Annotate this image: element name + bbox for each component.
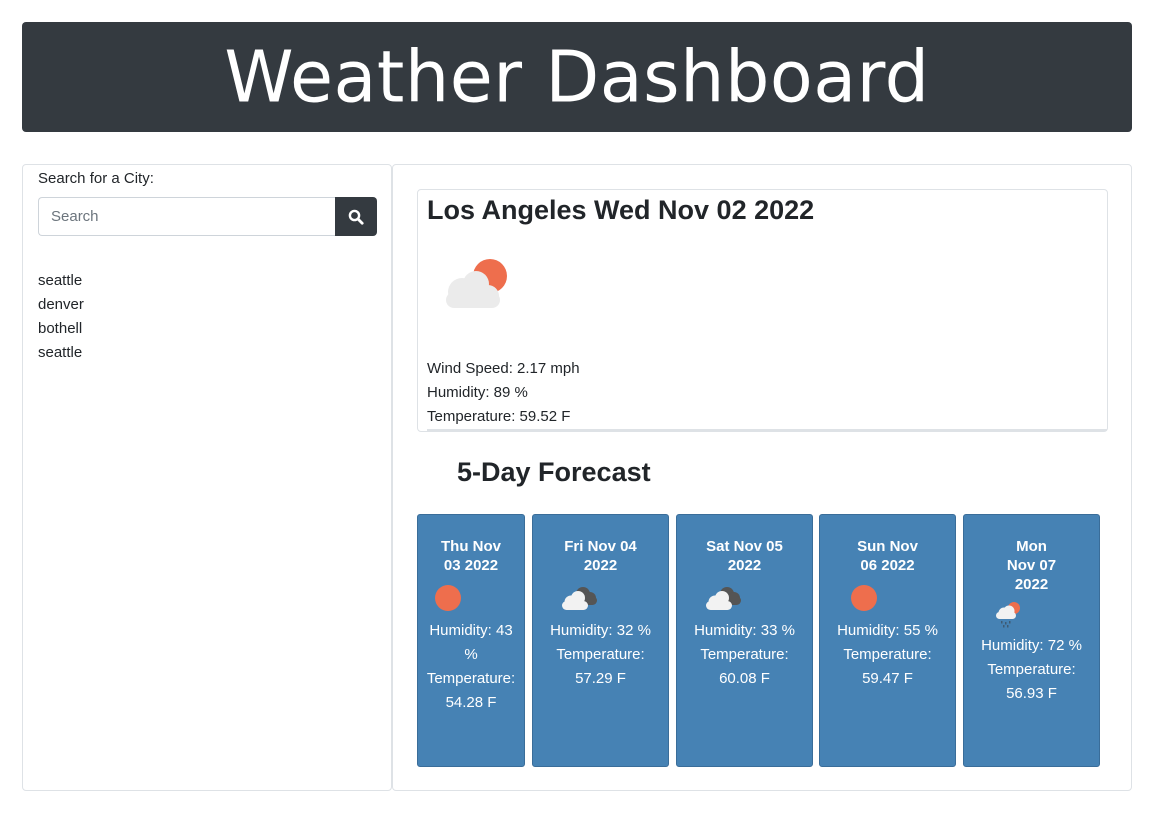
forecast-humidity: Humidity: 43 % bbox=[429, 622, 513, 663]
forecast-date: Fri Nov 04 2022 bbox=[564, 538, 637, 574]
partly-cloudy-sun-icon bbox=[446, 259, 507, 308]
wind-speed: Wind Speed: 2.17 mph bbox=[427, 360, 580, 377]
forecast-temperature: Temperature: 59.47 F bbox=[843, 646, 932, 687]
search-button[interactable] bbox=[335, 197, 377, 236]
current-weather-info: Wind Speed: 2.17 mph Humidity: 89 % Temp… bbox=[427, 357, 1107, 431]
temperature: Temperature: 59.52 F bbox=[427, 408, 571, 425]
forecast-humidity: Humidity: 33 % bbox=[694, 622, 795, 639]
weather-panel: Los Angeles Wed Nov 02 2022 Wind Speed: … bbox=[392, 164, 1132, 791]
forecast-humidity: Humidity: 55 % bbox=[837, 622, 938, 639]
forecast-humidity: Humidity: 32 % bbox=[550, 622, 651, 639]
header-banner: Weather Dashboard bbox=[22, 22, 1132, 132]
forecast-card: Sat Nov 05 2022 Humidity: 33 % Temperatu… bbox=[676, 514, 813, 767]
search-input[interactable] bbox=[38, 197, 335, 236]
forecast-card: Sun Nov 06 2022 Humidity: 55 % Temperatu… bbox=[819, 514, 956, 767]
search-group bbox=[38, 197, 377, 236]
search-label: Search for a City: bbox=[38, 170, 154, 187]
forecast-date: Sat Nov 05 2022 bbox=[706, 538, 783, 574]
broken-clouds-icon bbox=[562, 587, 597, 610]
search-panel: Search for a City: seattle denver bothel… bbox=[22, 164, 392, 791]
forecast-temperature: Temperature: 56.93 F bbox=[987, 661, 1076, 702]
broken-clouds-icon bbox=[706, 587, 741, 610]
sun-icon bbox=[851, 585, 877, 611]
page-title: Weather Dashboard bbox=[224, 35, 930, 119]
history-item[interactable]: seattle bbox=[38, 341, 84, 365]
forecast-card: Fri Nov 04 2022 Humidity: 32 % Temperatu… bbox=[532, 514, 669, 767]
current-weather-card: Los Angeles Wed Nov 02 2022 Wind Speed: … bbox=[417, 189, 1108, 432]
history-item[interactable]: seattle bbox=[38, 269, 84, 293]
history-item[interactable]: bothell bbox=[38, 317, 84, 341]
rain-sun-icon bbox=[996, 602, 1020, 628]
forecast-date: Thu Nov 03 2022 bbox=[441, 538, 501, 574]
forecast-humidity: Humidity: 72 % bbox=[981, 637, 1082, 654]
forecast-temperature: Temperature: 54.28 F bbox=[426, 670, 516, 711]
search-history-list: seattle denver bothell seattle bbox=[38, 269, 84, 365]
sun-icon bbox=[435, 585, 461, 611]
forecast-title: 5-Day Forecast bbox=[457, 457, 651, 487]
forecast-temperature: Temperature: 57.29 F bbox=[556, 646, 645, 687]
history-item[interactable]: denver bbox=[38, 293, 84, 317]
search-icon bbox=[348, 209, 364, 225]
humidity: Humidity: 89 % bbox=[427, 384, 528, 401]
forecast-card: Mon Nov 07 2022 Humidity: 72 % Temperatu… bbox=[963, 514, 1100, 767]
forecast-temperature: Temperature: 60.08 F bbox=[700, 646, 789, 687]
forecast-date: Mon Nov 07 2022 bbox=[1006, 538, 1057, 593]
forecast-card: Thu Nov 03 2022 Humidity: 43 % Temperatu… bbox=[417, 514, 525, 767]
current-city-date: Los Angeles Wed Nov 02 2022 bbox=[427, 195, 815, 225]
forecast-date: Sun Nov 06 2022 bbox=[857, 538, 918, 574]
